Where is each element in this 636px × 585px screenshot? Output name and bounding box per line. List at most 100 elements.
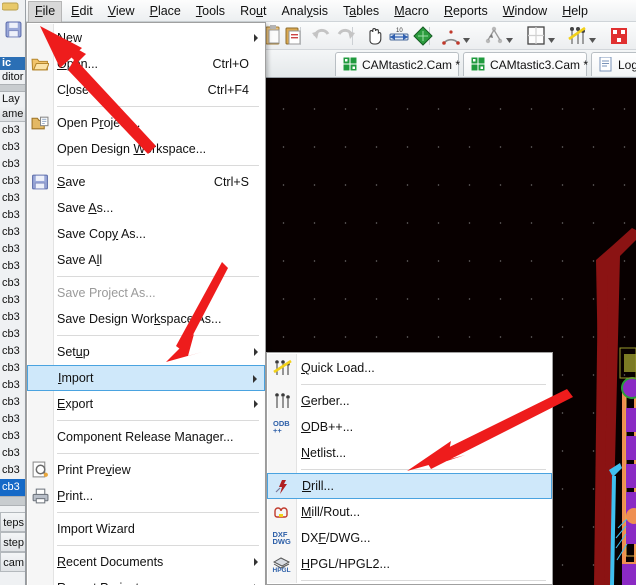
menu-item-import[interactable]: Import [27,365,265,391]
menu-item-open-design-workspace-label: Open Design Workspace... [57,142,249,156]
toolbar-paste-special-icon[interactable] [283,25,305,47]
left-panel-lp-row-21[interactable]: cb3 [0,462,26,479]
left-panel-lp-row-spacer2[interactable] [0,496,26,506]
menu-item-setup[interactable]: Setup [27,339,265,365]
file-menu-popup[interactable]: NewOpen...Ctrl+OCloseCtrl+F4 Open Project… [26,22,266,585]
menubar-item-edit[interactable]: Edit [65,2,99,20]
panel-scroll-handle[interactable] [2,2,26,12]
menubar-item-reports[interactable]: Reports [438,2,494,20]
toolbar-board-3d-icon[interactable] [412,25,434,47]
left-panel-lp-row-5[interactable]: cb3 [0,190,26,207]
menu-item-export[interactable]: Export [27,391,265,417]
left-panel-lp-tab-steps[interactable]: teps [0,512,26,532]
toolbar-place-polygon-icon[interactable] [525,25,547,47]
left-panel-lp-row-selected[interactable]: cb3 [0,479,26,496]
left-panel-lp-row-14[interactable]: cb3 [0,343,26,360]
menubar-item-file[interactable]: File [28,1,62,22]
left-panel-lp-row-20[interactable]: cb3 [0,445,26,462]
toolbar-place-array-icon[interactable] [608,25,630,47]
menubar-item-analysis[interactable]: Analysis [275,2,334,20]
left-panel-lp-row-2[interactable]: cb3 [0,139,26,156]
left-panel-lp-row-9[interactable]: cb3 [0,258,26,275]
menu-item-component-release-manager[interactable]: Component Release Manager... [27,424,265,450]
left-panel-lp-row-1[interactable]: cb3 [0,122,26,139]
menu-item-open-design-workspace[interactable]: Open Design Workspace... [27,136,265,162]
menu-item-open-project[interactable]: Open Project... [27,110,265,136]
svg-text:DWG: DWG [273,537,291,546]
toolbar-paste-icon[interactable] [263,25,285,47]
left-panel-lp-tab-step[interactable]: step [0,532,26,552]
menubar-item-tables[interactable]: Tables [337,2,385,20]
submenu-item-quick-load[interactable]: Quick Load... [267,355,552,381]
left-panel-lp-row-19[interactable]: cb3 [0,428,26,445]
submenu-item-mill-rout[interactable]: Mill/Rout... [267,499,552,525]
toolbar-place-net-icon[interactable] [483,25,505,47]
menu-item-recent-projects[interactable]: Recent Projects [27,575,265,585]
left-panel-lp-row-18[interactable]: cb3 [0,411,26,428]
submenu-item-odbpp[interactable]: ODB++ODB++... [267,414,552,440]
toolbar-place-arc-icon-chevron-down-icon[interactable] [463,33,470,40]
toolbar-place-net-icon-chevron-down-icon[interactable] [506,33,513,40]
left-panel-lp-row-15[interactable]: cb3 [0,360,26,377]
menu-item-save-all[interactable]: Save All [27,247,265,273]
left-panel-lp-row-projects-tab[interactable]: ic [0,57,26,70]
toolbar-undo-icon[interactable] [311,25,333,47]
toolbar-place-pad-icon-chevron-down-icon[interactable] [589,33,596,40]
document-tab-log[interactable]: Log_201 [591,52,636,76]
panel-save-icon[interactable] [1,14,25,44]
left-panel-lp-row-name-header[interactable]: ame [0,107,26,122]
menubar-item-rout[interactable]: Rout [234,2,272,20]
left-panel-lp-row-6[interactable]: cb3 [0,207,26,224]
left-panel-lp-row-layers[interactable]: Lay [0,92,26,107]
left-panel-lp-row-3[interactable]: cb3 [0,156,26,173]
menubar-item-window[interactable]: Window [497,2,553,20]
left-panel-lp-row-13[interactable]: cb3 [0,326,26,343]
left-panel-lp-row-11[interactable]: cb3 [0,292,26,309]
menu-item-import-wizard[interactable]: Import Wizard [27,516,265,542]
submenu-item-netlist[interactable]: Netlist... [267,440,552,466]
left-panel-lp-row-4[interactable]: cb3 [0,173,26,190]
toolbar-place-pad-icon[interactable] [566,25,588,47]
menu-item-print-preview[interactable]: Print Preview [27,457,265,483]
submenu-item-dxf-dwg[interactable]: DXFDWGDXF/DWG... [267,525,552,551]
import-submenu-popup[interactable]: Quick Load... Gerber...ODB++ODB++...Netli… [266,352,553,585]
left-panel-lp-row-8[interactable]: cb3 [0,241,26,258]
submenu-item-hpgl[interactable]: HPGLHPGL/HPGL2... [267,551,552,577]
menu-item-close-separator [57,106,259,107]
menu-item-print[interactable]: Print... [27,483,265,509]
left-panel-lp-row-10[interactable]: cb3 [0,275,26,292]
left-panel-lp-row-17[interactable]: cb3 [0,394,26,411]
submenu-item-gerber[interactable]: Gerber... [267,388,552,414]
menu-item-save[interactable]: SaveCtrl+S [27,169,265,195]
document-tab-camtastic3-label: CAMtastic3.Cam * [490,58,588,72]
menubar-item-view[interactable]: View [102,2,141,20]
menu-item-close[interactable]: CloseCtrl+F4 [27,77,265,103]
submenu-item-drill[interactable]: Drill... [267,473,552,499]
menu-item-export-separator [57,420,259,421]
left-panel-lp-row-12[interactable]: cb3 [0,309,26,326]
menu-item-new[interactable]: New [27,25,265,51]
left-panel-lp-row-16[interactable]: cb3 [0,377,26,394]
menu-item-recent-documents[interactable]: Recent Documents [27,549,265,575]
left-panel-lp-tab-cam[interactable]: cam [0,552,26,572]
toolbar-place-arc-icon[interactable] [440,25,462,47]
left-panel-lp-row-7[interactable]: cb3 [0,224,26,241]
menu-item-save-copy-as[interactable]: Save Copy As... [27,221,265,247]
menu-item-save-design-workspace-as[interactable]: Save Design Workspace As... [27,306,265,332]
toolbar-redo-icon[interactable] [334,25,356,47]
menu-item-open[interactable]: Open...Ctrl+O [27,51,265,77]
menubar-item-help[interactable]: Help [556,2,594,20]
toolbar-place-polygon-icon-chevron-down-icon[interactable] [548,33,555,40]
toolbar-measure-distance-icon[interactable]: 10 [388,25,410,47]
menubar-item-macro[interactable]: Macro [388,2,435,20]
menubar-item-tools[interactable]: Tools [190,2,231,20]
menu-item-save-as[interactable]: Save As... [27,195,265,221]
menu-item-save-save-disk-icon [31,173,49,191]
left-panel-lp-row-editor[interactable]: ditor [0,70,26,84]
left-panel-lp-row-spacer1[interactable] [0,84,26,92]
document-tab-camtastic3[interactable]: CAMtastic3.Cam * [463,52,587,76]
left-docked-panel[interactable]: icditorLayamecb3cb3cb3cb3cb3cb3cb3cb3cb3… [0,0,26,585]
document-tab-camtastic2[interactable]: CAMtastic2.Cam * [335,52,459,76]
menubar-item-place[interactable]: Place [144,2,187,20]
toolbar-pan-hand-icon[interactable] [364,25,386,47]
